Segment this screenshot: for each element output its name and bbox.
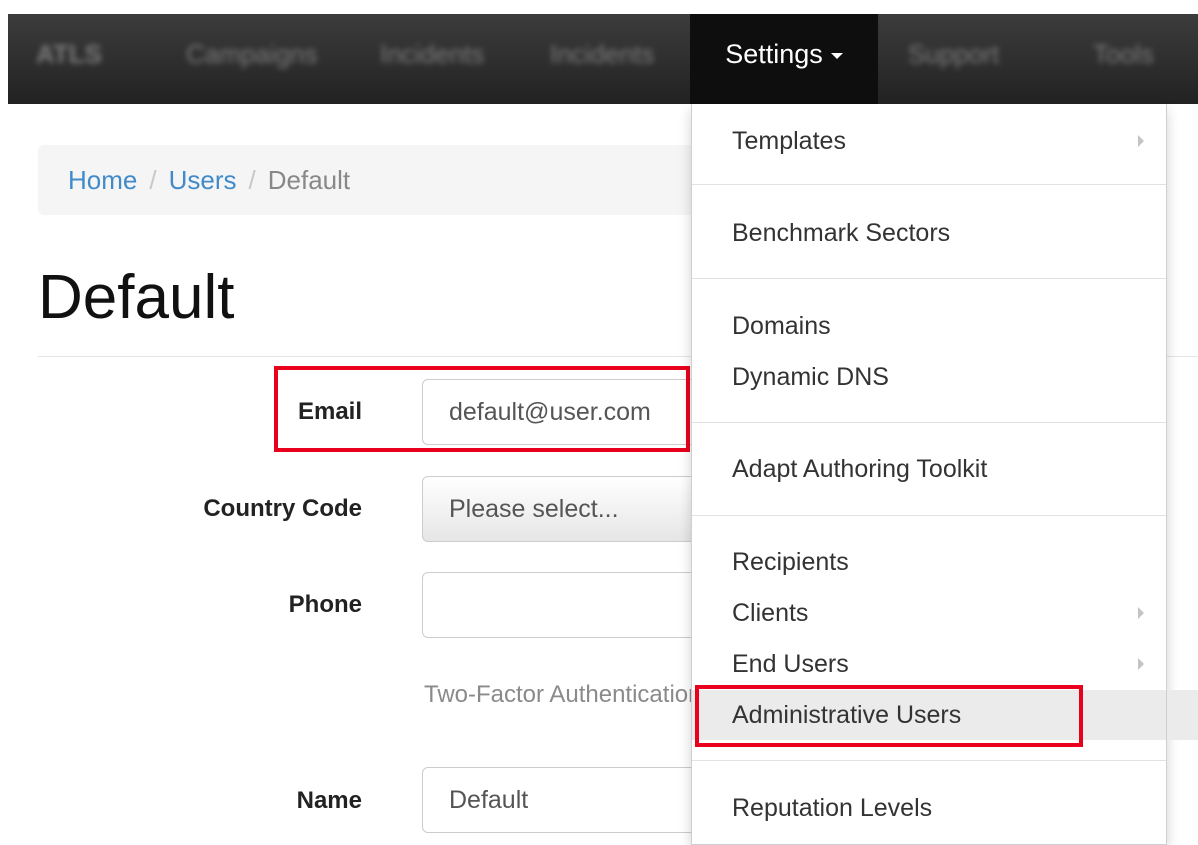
active-row-background [1167,690,1198,740]
breadcrumb-separator: / [248,165,256,195]
chevron-right-icon [1138,135,1144,147]
menu-divider [692,760,1166,761]
menu-item-end-users[interactable]: End Users [692,639,1166,689]
menu-item-clients[interactable]: Clients [692,588,1166,638]
menu-divider [692,515,1166,516]
country-code-label: Country Code [203,495,362,522]
email-highlight-box [274,366,690,452]
menu-item-adapt-authoring-toolkit[interactable]: Adapt Authoring Toolkit [692,444,1166,494]
nav-settings-dropdown-toggle[interactable]: Settings [690,14,878,104]
menu-divider [692,184,1166,185]
administrative-users-highlight-box [695,685,1083,747]
menu-item-benchmark-sectors[interactable]: Benchmark Sectors [692,208,1166,258]
nav-item-campaigns[interactable]: Campaigns [186,14,318,104]
menu-divider [692,278,1166,279]
breadcrumb-separator: / [149,165,157,195]
menu-item-templates[interactable]: Templates [692,116,1166,166]
nav-settings-label: Settings [725,39,823,69]
name-label: Name [296,787,362,814]
menu-item-dynamic-dns[interactable]: Dynamic DNS [692,352,1166,402]
menu-item-label: End Users [732,650,849,678]
page-title: Default [38,263,235,332]
menu-divider [692,422,1166,423]
phone-label: Phone [288,591,362,618]
breadcrumb: Home / Users / Default [38,145,738,215]
chevron-right-icon [1138,658,1144,670]
name-field[interactable]: Default [422,767,712,833]
breadcrumb-home-link[interactable]: Home [68,165,137,195]
menu-item-reputation-levels[interactable]: Reputation Levels [692,783,1166,833]
caret-down-icon [830,52,843,59]
menu-item-recipients[interactable]: Recipients [692,537,1166,587]
nav-item-tools[interactable]: Tools [1093,14,1154,104]
chevron-right-icon [1138,607,1144,619]
top-navbar: ATLS Campaigns Incidents Incidents Setti… [8,14,1198,104]
two-factor-help-text: Two-Factor Authentication [424,681,694,708]
country-code-select[interactable]: Please select... [422,476,712,542]
breadcrumb-current: Default [267,165,351,195]
nav-item-incidents[interactable]: Incidents [380,14,484,104]
menu-item-label: Clients [732,599,809,627]
menu-item-domains[interactable]: Domains [692,301,1166,351]
brand-logo[interactable]: ATLS [36,14,102,104]
menu-item-label: Templates [732,127,846,155]
nav-item-incidents-2[interactable]: Incidents [550,14,654,104]
nav-item-support[interactable]: Support [908,14,999,104]
phone-field[interactable] [422,572,712,638]
breadcrumb-users-link[interactable]: Users [169,165,237,195]
